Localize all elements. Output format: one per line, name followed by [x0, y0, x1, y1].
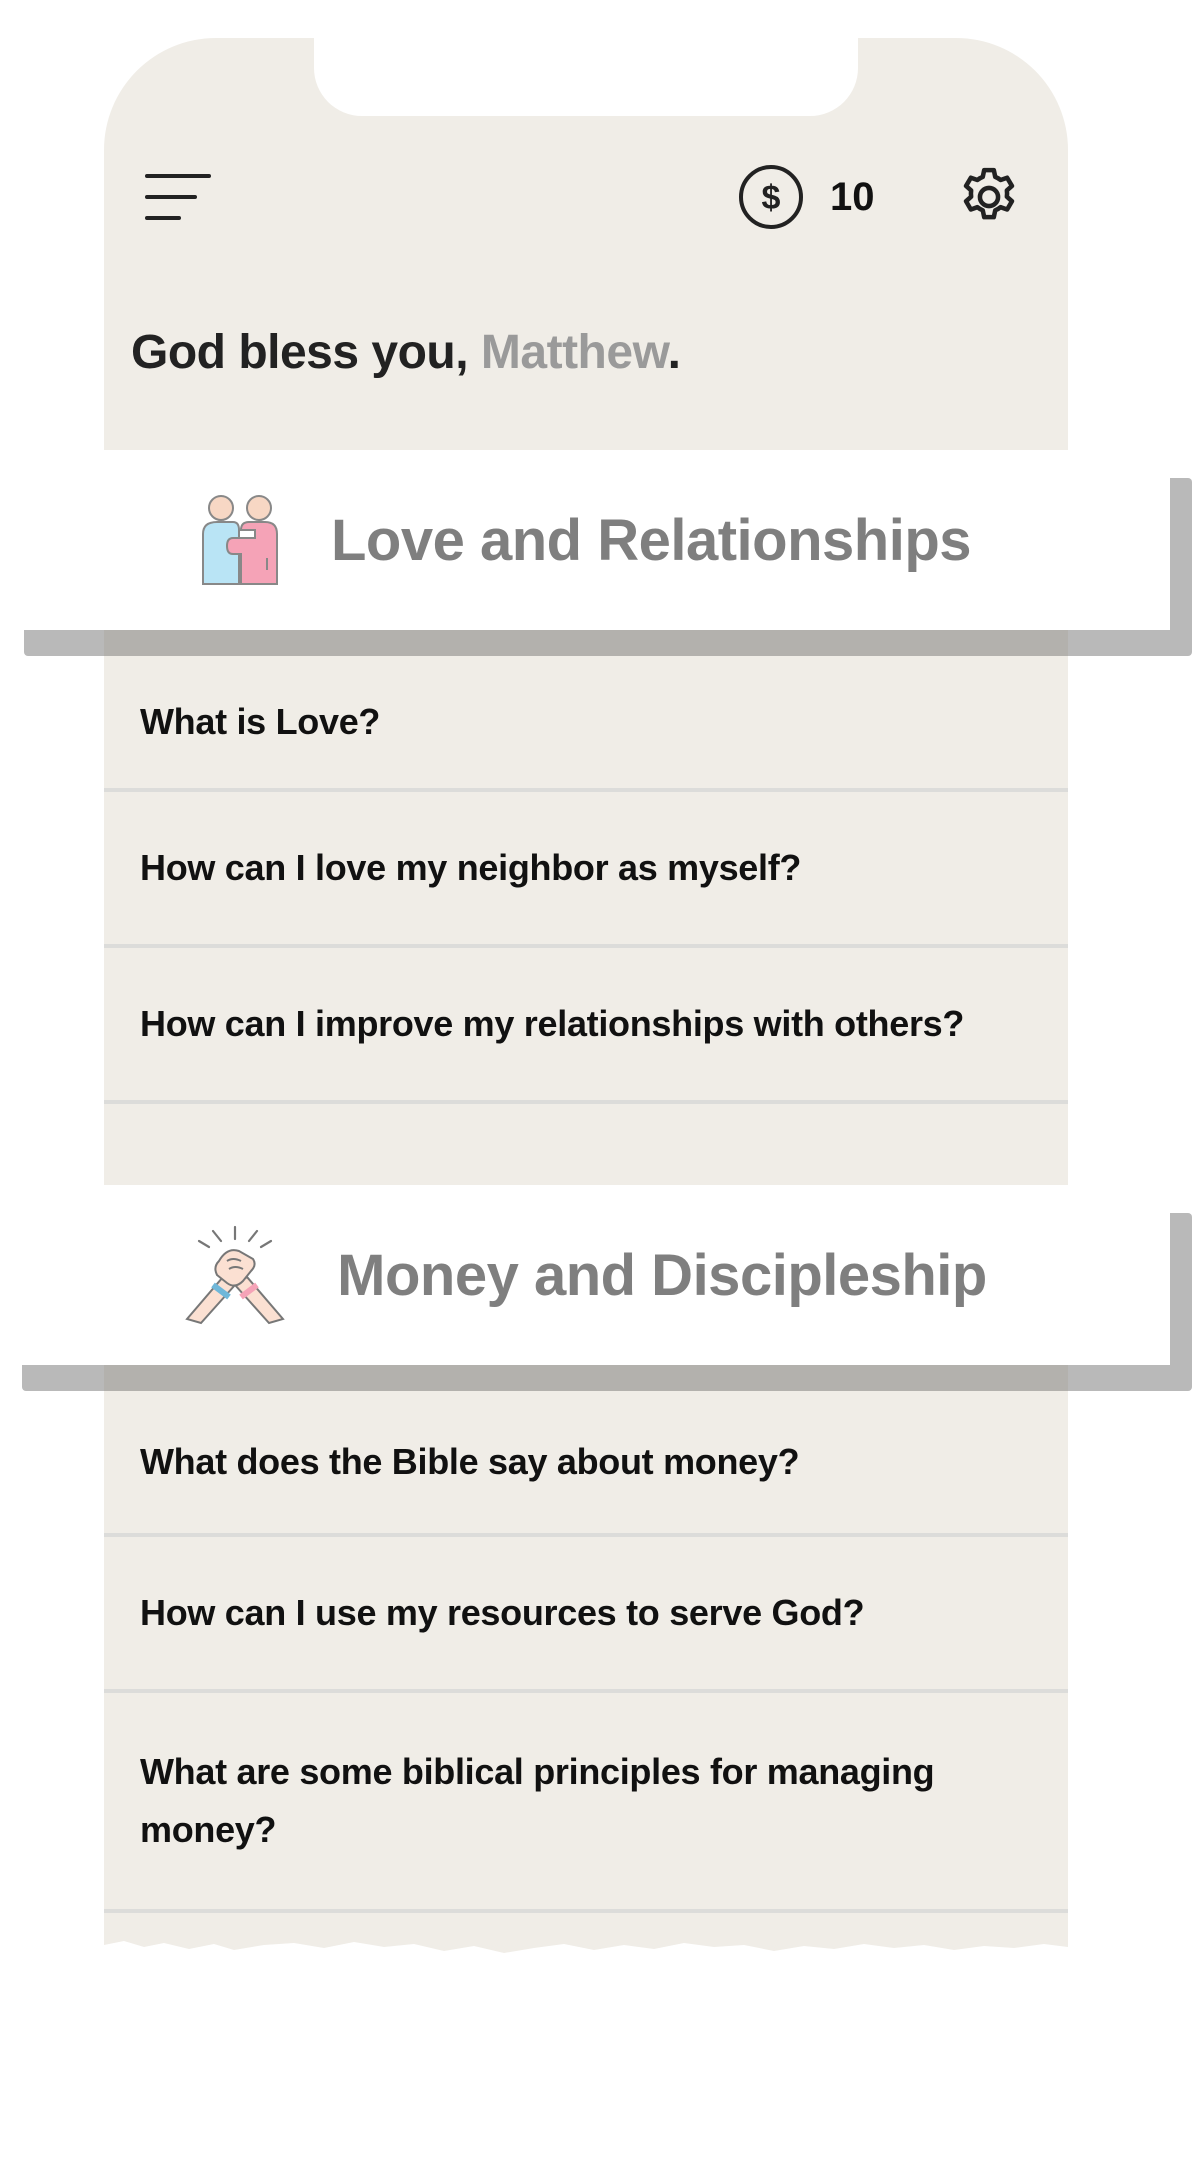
question-text: What does the Bible say about money?	[140, 1441, 800, 1482]
question-text: What are some biblical principles for ma…	[140, 1751, 935, 1850]
question-row[interactable]: How can I love my neighbor as myself?	[104, 792, 1068, 948]
question-row[interactable]: What are some biblical principles for ma…	[104, 1693, 1068, 1913]
svg-text:$: $	[762, 179, 781, 217]
phone-notch	[314, 38, 858, 116]
question-text: What is Love?	[140, 701, 381, 742]
handshake-icon	[185, 1225, 285, 1325]
category-header-love[interactable]: Love and Relationships	[0, 450, 1170, 630]
dollar-coin-icon[interactable]: $	[738, 164, 804, 230]
greeting-text: God bless you, Matthew.	[131, 323, 681, 383]
greeting-suffix: .	[667, 326, 681, 379]
category-title: Love and Relationships	[331, 507, 972, 573]
torn-edge-decoration	[104, 1941, 1068, 1980]
category-title: Money and Discipleship	[337, 1242, 987, 1308]
question-row[interactable]: How can I use my resources to serve God?	[104, 1537, 1068, 1693]
question-text: How can I improve my relationships with …	[140, 1003, 965, 1044]
category-card-edge	[104, 1365, 1068, 1391]
hamburger-menu-icon[interactable]	[145, 172, 211, 222]
question-text: How can I use my resources to serve God?	[140, 1592, 865, 1633]
coin-balance: 10	[830, 175, 875, 219]
gear-icon[interactable]	[955, 163, 1023, 231]
question-row[interactable]: What does the Bible say about money?	[104, 1391, 1068, 1537]
question-row[interactable]: How can I improve my relationships with …	[104, 948, 1068, 1104]
question-row[interactable]: What is Love?	[104, 656, 1068, 792]
question-text: How can I love my neighbor as myself?	[140, 847, 802, 888]
category-header-money[interactable]: Money and Discipleship	[0, 1185, 1170, 1365]
greeting-prefix: God bless you,	[131, 326, 481, 379]
category-card-edge	[104, 630, 1068, 656]
hugging-people-icon	[202, 495, 278, 585]
user-name: Matthew	[480, 326, 668, 379]
